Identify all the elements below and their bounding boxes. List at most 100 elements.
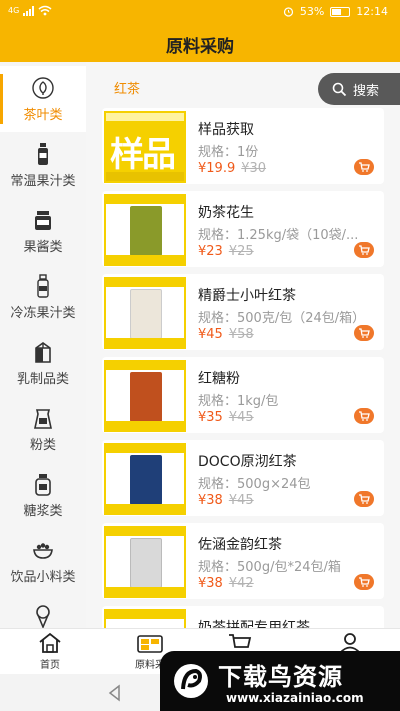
tab-home[interactable]: 首页 — [10, 632, 90, 671]
app-header: 4G 53% 12:14 原料采购 — [0, 0, 400, 62]
product-spec: 规格：1kg/包 — [198, 394, 279, 409]
product-card[interactable]: 样品 样品获取 规格：1份 ¥19.9 ¥30 — [102, 108, 384, 184]
product-card[interactable]: DOCO原沏红茶 规格：500g×24包 ¥38 ¥45 — [102, 440, 384, 516]
sidebar-item-ambient-juice[interactable]: 常温果汁类 — [0, 132, 86, 198]
alarm-icon — [283, 7, 293, 17]
watermark-url: www.xiazainiao.com — [226, 691, 364, 705]
add-to-cart-button[interactable] — [354, 491, 374, 507]
sidebar-item-label: 糖浆类 — [23, 504, 63, 519]
original-price: ¥25 — [228, 244, 254, 259]
original-price: ¥45 — [228, 410, 254, 425]
sidebar-item-label: 常温果汁类 — [10, 174, 76, 189]
sidebar-item-tea[interactable]: 茶叶类 — [0, 66, 86, 132]
product-spec: 规格：500克/包（24包/箱） — [198, 311, 366, 326]
sidebar-item-syrup[interactable]: 糖浆类 — [0, 462, 86, 528]
product-spec: 规格：1.25kg/袋（10袋/... — [198, 228, 359, 243]
battery-percent: 53% — [299, 5, 325, 18]
purchase-icon — [137, 635, 163, 653]
leaf-icon — [32, 77, 54, 99]
battery-icon — [330, 6, 351, 17]
carrier-label: 4G — [8, 6, 20, 15]
cart-icon — [359, 162, 370, 172]
product-card[interactable]: 奶茶拼配专用红茶 — [102, 606, 384, 628]
cart-icon — [359, 328, 370, 338]
original-price: ¥42 — [228, 576, 254, 591]
add-to-cart-button[interactable] — [354, 325, 374, 341]
product-thumbnail — [104, 609, 186, 628]
product-name: DOCO原沏红茶 — [198, 454, 297, 470]
category-sidebar: 茶叶类 常温果汁类 果酱类 冷冻果汁类 乳制品类 粉类 糖浆类 饮品小料类 — [0, 62, 86, 628]
product-card[interactable]: 红糖粉 规格：1kg/包 ¥35 ¥45 — [102, 357, 384, 433]
product-list-panel: 红茶 搜索 样品 样品获取 规格：1份 ¥19.9 ¥30 奶茶花生 规格：1.2… — [86, 62, 400, 628]
sidebar-item-dairy[interactable]: 乳制品类 — [0, 330, 86, 396]
page-title: 原料采购 — [166, 37, 234, 57]
sidebar-item-powder[interactable]: 粉类 — [0, 396, 86, 462]
sidebar-item-frozen-juice[interactable]: 冷冻果汁类 — [0, 264, 86, 330]
sidebar-item-toppings[interactable]: 饮品小料类 — [0, 528, 86, 594]
product-price: ¥35 ¥45 — [198, 410, 254, 425]
product-spec: 规格：500g×24包 — [198, 477, 311, 492]
product-card[interactable]: 奶茶花生 规格：1.25kg/袋（10袋/... ¥23 ¥25 — [102, 191, 384, 267]
product-thumbnail — [104, 526, 186, 598]
cart-icon — [359, 494, 370, 504]
syrup-icon — [35, 474, 51, 496]
product-name: 样品获取 — [198, 122, 254, 138]
section-title: 红茶 — [114, 82, 141, 97]
product-name: 奶茶拼配专用红茶 — [198, 620, 310, 628]
cart-icon — [359, 577, 370, 587]
clock: 12:14 — [356, 5, 388, 18]
original-price: ¥30 — [241, 161, 267, 176]
back-icon[interactable] — [106, 684, 124, 702]
product-card[interactable]: 佐涵金韵红茶 规格：500g/包*24包/箱 ¥38 ¥42 — [102, 523, 384, 599]
product-spec: 规格：1份 — [198, 145, 259, 160]
sidebar-item-label: 饮品小料类 — [10, 570, 76, 585]
bird-logo-icon — [174, 664, 208, 698]
sidebar-item-label: 粉类 — [29, 438, 56, 453]
sidebar-item-label: 冷冻果汁类 — [10, 306, 76, 321]
product-name: 红糖粉 — [198, 371, 240, 387]
bottle-icon — [37, 274, 49, 298]
sidebar-item-ice-cream[interactable] — [0, 594, 86, 628]
watermark-banner: 下载鸟资源 www.xiazainiao.com — [160, 651, 400, 711]
powder-bag-icon — [34, 409, 52, 429]
original-price: ¥58 — [228, 327, 254, 342]
product-thumbnail — [104, 443, 186, 515]
tab-label: 首页 — [40, 660, 60, 671]
product-name: 精爵士小叶红茶 — [198, 288, 296, 304]
ice-cream-icon — [36, 605, 50, 628]
bottle-icon — [38, 143, 48, 165]
product-thumbnail — [104, 277, 186, 349]
watermark-title: 下载鸟资源 — [218, 663, 343, 691]
product-spec: 规格：500g/包*24包/箱 — [198, 560, 341, 575]
status-bar: 4G 53% 12:14 — [0, 0, 400, 24]
product-price: ¥19.9 ¥30 — [198, 161, 267, 176]
product-thumbnail — [104, 360, 186, 432]
product-price: ¥45 ¥58 — [198, 327, 254, 342]
cart-icon — [359, 245, 370, 255]
add-to-cart-button[interactable] — [354, 408, 374, 424]
product-thumbnail — [104, 194, 186, 266]
sidebar-item-label: 茶叶类 — [23, 108, 63, 123]
search-button[interactable]: 搜索 — [318, 73, 400, 105]
product-card[interactable]: 精爵士小叶红茶 规格：500克/包（24包/箱） ¥45 ¥58 — [102, 274, 384, 350]
add-to-cart-button[interactable] — [354, 159, 374, 175]
bowl-icon — [33, 543, 53, 559]
search-icon — [332, 82, 347, 96]
product-price: ¥38 ¥42 — [198, 576, 254, 591]
product-price: ¥38 ¥45 — [198, 493, 254, 508]
jar-icon — [35, 211, 51, 230]
product-name: 奶茶花生 — [198, 205, 254, 221]
sidebar-item-label: 果酱类 — [23, 240, 63, 255]
sidebar-item-label: 乳制品类 — [16, 372, 69, 387]
sidebar-item-jam[interactable]: 果酱类 — [0, 198, 86, 264]
product-thumbnail: 样品 — [104, 111, 186, 183]
add-to-cart-button[interactable] — [354, 242, 374, 258]
original-price: ¥45 — [228, 493, 254, 508]
product-name: 佐涵金韵红茶 — [198, 537, 282, 553]
cart-icon — [359, 411, 370, 421]
signal-icon — [23, 5, 35, 16]
add-to-cart-button[interactable] — [354, 574, 374, 590]
product-price: ¥23 ¥25 — [198, 244, 254, 259]
milk-box-icon — [35, 342, 51, 363]
search-label: 搜索 — [353, 83, 380, 99]
